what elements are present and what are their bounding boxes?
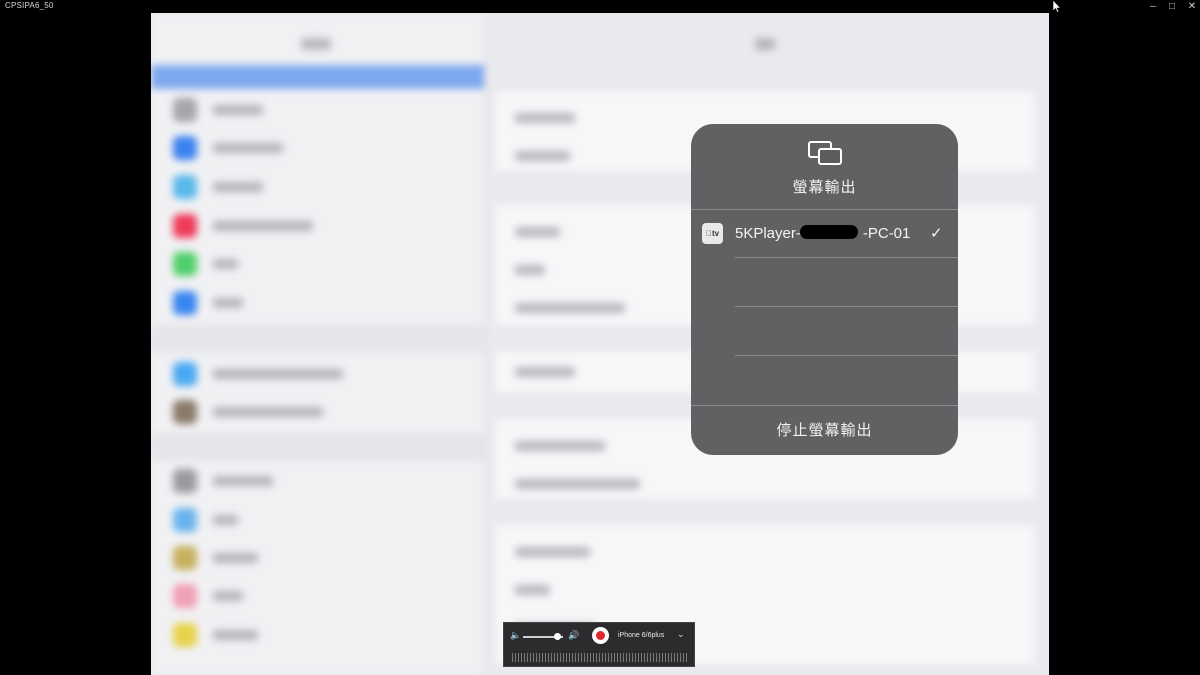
volume-slider-knob[interactable] <box>553 633 561 640</box>
record-icon[interactable] <box>592 627 609 644</box>
sidebar-row <box>151 539 484 575</box>
sidebar-header <box>301 38 331 50</box>
audio-level-meter <box>512 653 688 662</box>
sidebar-row <box>151 129 484 165</box>
stop-mirroring-button[interactable]: 停止螢幕輸出 <box>691 406 958 455</box>
recorder-toolbar: 🔈 🔊 iPhone 6/6plus ⌄ <box>503 622 695 667</box>
divider <box>735 306 958 307</box>
sidebar-row <box>151 245 484 281</box>
volume-low-icon[interactable]: 🔈 <box>510 630 521 641</box>
sidebar-row <box>151 501 484 537</box>
volume-high-icon[interactable]: 🔊 <box>568 630 579 641</box>
panel-title: 螢幕輸出 <box>792 179 857 196</box>
sidebar-selected-row <box>151 65 484 89</box>
screen-mirroring-panel: 螢幕輸出 tv 5KPlayer--PC-01 ✓ 停止螢幕輸出 <box>691 124 958 455</box>
device-row-5kplayer[interactable]: tv 5KPlayer--PC-01 ✓ <box>691 210 958 258</box>
sidebar-row <box>151 207 484 243</box>
settings-sidebar <box>151 13 485 675</box>
divider <box>735 257 958 258</box>
divider <box>735 355 958 356</box>
sidebar-row <box>151 616 484 652</box>
maximize-button[interactable]: □ <box>1161 0 1183 13</box>
sidebar-row <box>151 577 484 613</box>
sidebar-row <box>151 462 484 498</box>
mouse-cursor-icon <box>1052 0 1062 13</box>
redaction-mark <box>800 225 858 239</box>
sidebar-row <box>151 91 484 127</box>
sidebar-row <box>151 355 484 391</box>
detail-header <box>755 38 775 50</box>
checkmark-icon: ✓ <box>930 225 943 242</box>
sidebar-row <box>151 284 484 320</box>
sidebar-row <box>151 168 484 204</box>
close-button[interactable]: ✕ <box>1181 0 1200 13</box>
apple-tv-icon: tv <box>702 223 723 244</box>
sidebar-row <box>151 393 484 429</box>
window-title: CPSIPA6_50 <box>5 1 54 10</box>
chevron-down-icon[interactable]: ⌄ <box>677 629 685 640</box>
screen-mirroring-icon <box>808 141 842 165</box>
device-model-label[interactable]: iPhone 6/6plus <box>618 632 664 639</box>
window-titlebar: CPSIPA6_50 – □ ✕ <box>0 0 1200 13</box>
